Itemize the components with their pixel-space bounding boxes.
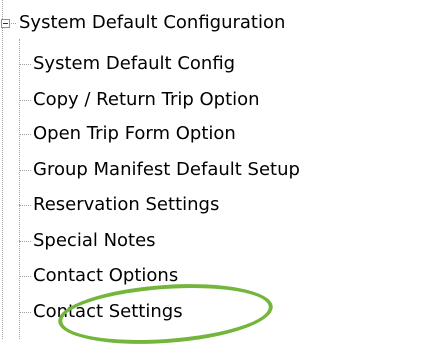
configuration-tree: System Default Configuration System Defa…: [0, 0, 436, 350]
tree-item-label: Contact Settings: [33, 301, 183, 322]
tree-connector: [19, 134, 31, 135]
tree-item-label: Copy / Return Trip Option: [33, 89, 260, 110]
tree-item-label: Open Trip Form Option: [33, 123, 236, 144]
tree-item-label: Contact Options: [33, 265, 179, 286]
tree-connector: [11, 23, 16, 24]
tree-connector: [19, 100, 31, 101]
tree-guide-line-inner: [19, 39, 20, 339]
tree-connector: [19, 276, 31, 277]
tree-connector: [19, 170, 31, 171]
tree-connector: [19, 205, 31, 206]
tree-item-label: Reservation Settings: [33, 194, 220, 215]
tree-connector: [19, 312, 31, 313]
tree-guide-line-outer: [2, 0, 3, 339]
tree-item-label: System Default Config: [33, 53, 236, 74]
tree-connector: [19, 64, 31, 65]
tree-connector: [19, 241, 31, 242]
collapse-icon[interactable]: [1, 19, 10, 28]
tree-item-label: Group Manifest Default Setup: [33, 159, 300, 180]
tree-root-system-default-configuration[interactable]: System Default Configuration: [19, 11, 285, 35]
tree-item-label: Special Notes: [33, 230, 156, 251]
